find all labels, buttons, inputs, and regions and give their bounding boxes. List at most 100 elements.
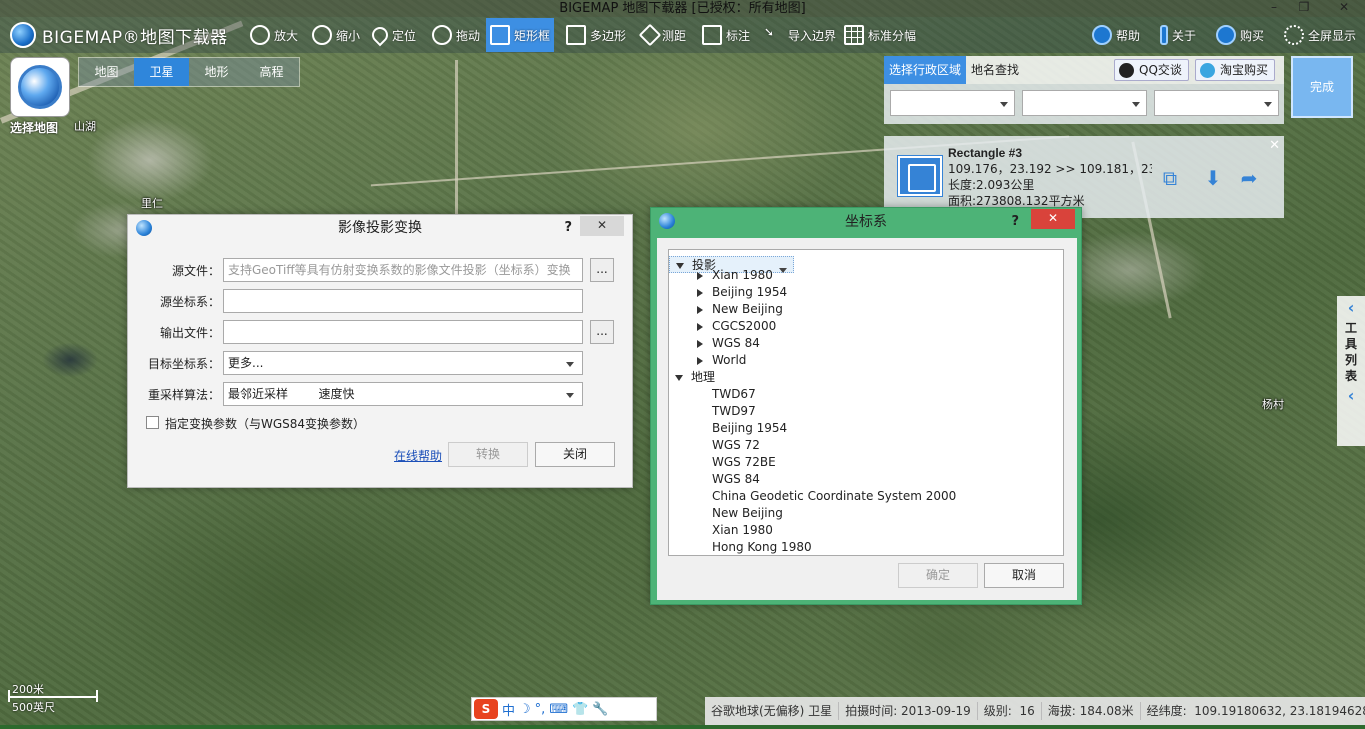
app-logo: BIGEMAP®地图下载器	[10, 21, 228, 49]
app-logo-icon	[136, 220, 152, 236]
about-button[interactable]: 关于	[1156, 21, 1200, 49]
ok-button[interactable]: 确定	[898, 563, 978, 588]
sogou-icon[interactable]: S	[474, 699, 498, 719]
fullscreen-button[interactable]: 全屏显示	[1280, 21, 1360, 49]
tree-item[interactable]: China Geodetic Coordinate System 2000	[669, 488, 1063, 505]
rectangle-close-icon[interactable]: ✕	[1269, 138, 1280, 153]
tree-item[interactable]: WGS 84	[669, 471, 1063, 488]
source-file-label: 源文件：	[171, 264, 220, 278]
tree-item[interactable]: WGS 72BE	[669, 454, 1063, 471]
source-crs-input[interactable]	[223, 289, 583, 313]
tree-item[interactable]: New Beijing	[669, 505, 1063, 522]
district-select[interactable]	[1154, 90, 1279, 116]
settings-icon[interactable]: 🔧	[592, 702, 608, 717]
skin-icon[interactable]: 👕	[572, 702, 588, 717]
locate-button[interactable]: 定位	[368, 21, 420, 49]
crs-tree[interactable]: 投影 Xian 1980 Beijing 1954 New Beijing CG…	[668, 249, 1064, 556]
standard-sheet-button[interactable]: 标准分幅	[840, 21, 920, 49]
keyboard-icon[interactable]: ⌨	[549, 702, 568, 717]
zoom-out-button[interactable]: 缩小	[308, 21, 364, 49]
cart-icon	[1216, 25, 1236, 45]
tree-item[interactable]: Beijing 1954	[669, 420, 1063, 437]
cancel-button[interactable]: 取消	[984, 563, 1064, 588]
zoom-in-button[interactable]: 放大	[246, 21, 302, 49]
tree-item[interactable]: TWD67	[669, 386, 1063, 403]
tree-item[interactable]: Hong Kong 1980	[669, 539, 1063, 555]
close-button[interactable]: ✕	[1330, 0, 1358, 17]
map-type-map[interactable]: 地图	[79, 58, 134, 86]
help-button[interactable]: 帮助	[1088, 21, 1144, 49]
dialog-title-bar: 坐标系 ? ✕	[651, 208, 1081, 238]
map-type-terrain[interactable]: 地形	[189, 58, 244, 86]
convert-button[interactable]: 转换	[448, 442, 528, 467]
taobao-buy-button[interactable]: 淘宝购买	[1195, 59, 1276, 81]
map-type-satellite[interactable]: 卫星	[134, 58, 189, 86]
tree-item[interactable]: WGS 72	[669, 437, 1063, 454]
punctuation-icon[interactable]: °,	[535, 702, 546, 717]
toolbar: BIGEMAP®地图下载器 放大 缩小 定位 拖动 矩形框 多边形 测距 标注 …	[0, 17, 1365, 53]
tab-admin-region[interactable]: 选择行政区域	[884, 56, 967, 84]
close-icon[interactable]: ✕	[1031, 209, 1075, 229]
coordinate-system-dialog: 坐标系 ? ✕ 投影 Xian 1980 Beijing 1954 New Be…	[650, 207, 1082, 605]
minimize-button[interactable]: –	[1260, 0, 1288, 17]
pan-button[interactable]: 拖动	[428, 21, 484, 49]
edit-icon[interactable]: ⧉	[1158, 166, 1182, 190]
app-logo-icon	[659, 213, 675, 229]
transform-params-checkbox[interactable]	[146, 416, 159, 429]
download-arrow-icon[interactable]: ⬇	[1201, 166, 1225, 190]
annotate-button[interactable]: 标注	[698, 21, 754, 49]
expand-icon	[697, 323, 703, 331]
tree-item[interactable]: WGS 84	[669, 335, 1063, 352]
buy-button[interactable]: 购买	[1212, 21, 1268, 49]
source-file-browse-button[interactable]: ...	[590, 258, 614, 282]
annotate-icon	[702, 25, 722, 45]
measure-button[interactable]: 测距	[638, 21, 690, 49]
qq-icon	[1119, 63, 1134, 78]
maximize-button[interactable]: ❐	[1290, 0, 1318, 17]
chevron-left-icon: ‹	[1347, 386, 1355, 405]
city-select[interactable]	[1022, 90, 1147, 116]
scale-imperial: 500英尺	[12, 701, 55, 714]
globe-icon	[10, 22, 36, 48]
resample-select[interactable]: 最邻近采样 速度快	[223, 382, 583, 406]
close-dialog-button[interactable]: 关闭	[535, 442, 615, 467]
share-icon[interactable]: ➦	[1237, 166, 1261, 190]
taobao-icon	[1200, 63, 1215, 78]
help-mark[interactable]: ?	[564, 215, 572, 241]
tree-item[interactable]: TWD97	[669, 403, 1063, 420]
output-file-input[interactable]	[223, 320, 583, 344]
select-map-button[interactable]: 选择地图	[10, 57, 72, 135]
target-crs-select[interactable]: 更多...	[223, 351, 583, 375]
download-icon[interactable]	[898, 156, 942, 196]
tree-item[interactable]: CGCS2000	[669, 318, 1063, 335]
tree-item[interactable]: Xian 1980	[669, 522, 1063, 539]
ime-chinese-mode[interactable]: 中	[502, 700, 515, 719]
output-file-label: 输出文件：	[159, 326, 220, 340]
import-boundary-button[interactable]: ➘ 导入边界	[760, 21, 840, 49]
output-file-browse-button[interactable]: ...	[590, 320, 614, 344]
tree-group-geographic[interactable]: 地理	[669, 369, 1063, 386]
rectangle-button[interactable]: 矩形框	[486, 18, 555, 52]
tree-item[interactable]: New Beijing	[669, 301, 1063, 318]
expand-icon	[697, 289, 703, 297]
source-file-input[interactable]: 支持GeoTiff等具有仿射变换系数的影像文件投影（坐标系）变换	[223, 258, 583, 282]
scale-bar: 200米 500英尺	[8, 681, 98, 714]
qq-chat-button[interactable]: QQ交谈	[1114, 59, 1189, 81]
tab-place-search[interactable]: 地名查找	[966, 56, 1024, 84]
polygon-button[interactable]: 多边形	[562, 21, 630, 49]
online-help-link[interactable]: 在线帮助	[394, 447, 442, 464]
status-altitude: 海拔: 184.08米	[1042, 702, 1141, 720]
ime-toolbar[interactable]: S 中 ☽ °, ⌨ 👕 🔧	[471, 697, 657, 721]
rectangle-item[interactable]: Rectangle #3 109.176，23.192 >> 109.181，2…	[884, 136, 1284, 218]
done-button[interactable]: 完成	[1291, 56, 1353, 118]
moon-icon[interactable]: ☽	[519, 702, 531, 717]
close-icon[interactable]: ✕	[580, 216, 624, 236]
dialog-title-bar: 影像投影变换 ? ✕	[128, 215, 632, 241]
help-mark[interactable]: ?	[1011, 208, 1019, 236]
tree-item[interactable]: World	[669, 352, 1063, 369]
tree-item[interactable]: Beijing 1954	[669, 284, 1063, 301]
province-select[interactable]	[890, 90, 1015, 116]
tool-list-tab[interactable]: ‹ 工 具 列 表 ‹	[1337, 296, 1365, 446]
tree-item[interactable]: Xian 1980	[669, 267, 1063, 284]
map-type-elevation[interactable]: 高程	[244, 58, 299, 86]
